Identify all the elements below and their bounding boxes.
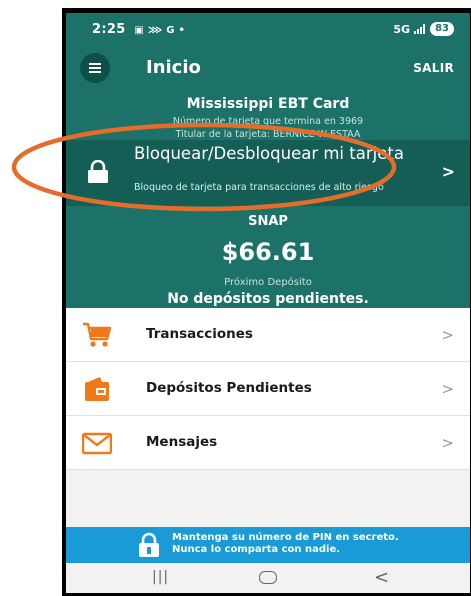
battery-icon: 83: [430, 22, 454, 36]
card-number-text: Número de tarjeta que termina en 3969: [172, 116, 364, 127]
lock-card-title: Bloquear/Desbloquear mi tarjeta: [134, 144, 404, 163]
menu-item-messages[interactable]: Mensajes >: [66, 416, 470, 470]
page-title: Inicio: [146, 57, 201, 78]
pin-notice-line-2: Nunca lo comparta con nadie.: [172, 544, 341, 555]
account-header: 2:25 ▣ ⋙ G • 5G 83 Inicio SALIR Mississi…: [66, 13, 470, 308]
chevron-right-icon: >: [441, 380, 454, 398]
recent-apps-icon[interactable]: |||: [152, 569, 169, 585]
program-label: SNAP: [248, 214, 288, 229]
balance-amount: $66.61: [221, 238, 315, 266]
pin-security-notice: Mantenga su número de PIN en secreto. Nu…: [66, 527, 470, 563]
shopping-cart-icon: [83, 322, 112, 347]
back-icon[interactable]: <: [374, 567, 389, 588]
signal-icon: [414, 24, 426, 34]
menu-item-pending-deposits[interactable]: Depósitos Pendientes >: [66, 362, 470, 416]
menu-item-transactions[interactable]: Transacciones >: [66, 308, 470, 362]
android-navigation-bar: ||| <: [66, 563, 470, 593]
network-label: 5G: [393, 22, 411, 36]
menu-item-label: Mensajes: [146, 434, 218, 450]
menu-item-label: Transacciones: [146, 326, 253, 342]
next-deposit-value: No depósitos pendientes.: [167, 291, 369, 307]
lock-unlock-card-row[interactable]: Bloquear/Desbloquear mi tarjeta Bloqueo …: [66, 140, 470, 206]
card-name: Mississippi EBT Card: [186, 96, 350, 112]
wallet-icon: [85, 377, 109, 401]
status-bar: 2:25 ▣ ⋙ G • 5G 83: [92, 22, 454, 40]
menu-list: Transacciones > Depósitos Pendientes > M…: [66, 308, 470, 470]
lock-card-subtitle: Bloqueo de tarjeta para transacciones de…: [134, 182, 384, 193]
chevron-right-icon: >: [441, 326, 454, 344]
app-screen: 2:25 ▣ ⋙ G • 5G 83 Inicio SALIR Mississi…: [66, 13, 470, 593]
logout-button[interactable]: SALIR: [413, 61, 454, 75]
chevron-right-icon: >: [441, 434, 454, 452]
hamburger-menu-icon[interactable]: [80, 53, 110, 83]
chevron-right-icon: >: [441, 162, 455, 181]
status-time: 2:25: [92, 22, 126, 37]
empty-space: [66, 470, 470, 527]
envelope-icon: [82, 432, 112, 455]
notification-icons: ▣ ⋙ G •: [134, 25, 186, 36]
pin-notice-line-1: Mantenga su número de PIN en secreto.: [172, 532, 399, 543]
menu-item-label: Depósitos Pendientes: [146, 380, 312, 396]
lock-icon: [88, 160, 108, 183]
card-holder-text: Titular de la tarjeta: BERNICE W ESTAA: [175, 129, 361, 140]
home-icon[interactable]: [259, 571, 277, 584]
padlock-icon: [139, 532, 159, 557]
next-deposit-label: Próximo Depósito: [224, 277, 312, 288]
phone-frame: 2:25 ▣ ⋙ G • 5G 83 Inicio SALIR Mississi…: [62, 8, 471, 596]
top-app-bar: Inicio SALIR: [66, 49, 470, 87]
